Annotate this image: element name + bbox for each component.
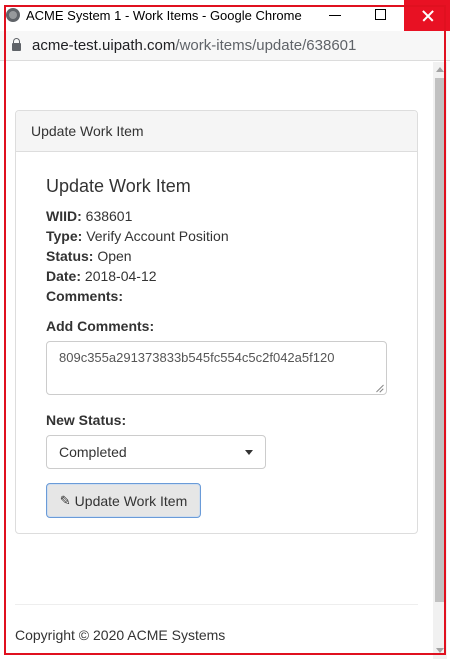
pencil-icon: ✎ xyxy=(59,493,71,508)
date-label: Date: xyxy=(46,268,82,284)
work-item-title: Update Work Item xyxy=(46,176,191,196)
type-label: Type: xyxy=(46,228,83,244)
status-value: Open xyxy=(97,248,132,264)
url-path: /work-items/update/638601 xyxy=(175,37,357,54)
date-row: Date: 2018-04-12 xyxy=(46,268,157,284)
minimize-icon[interactable] xyxy=(329,15,341,16)
url-text[interactable]: acme-test.uipath.com/work-items/update/6… xyxy=(32,37,356,54)
page-scrollbar[interactable] xyxy=(433,62,447,659)
scroll-thumb[interactable] xyxy=(435,78,445,602)
scroll-up-arrow-icon[interactable] xyxy=(436,67,444,72)
maximize-icon[interactable] xyxy=(375,9,386,20)
comments-label: Comments: xyxy=(46,288,124,304)
scroll-down-arrow-icon[interactable] xyxy=(436,648,444,653)
wiid-value: 638601 xyxy=(85,208,133,224)
wiid-label: WIID: xyxy=(46,208,82,224)
date-value: 2018-04-12 xyxy=(84,268,157,284)
type-row: Type: Verify Account Position xyxy=(46,228,229,244)
status-row: Status: Open xyxy=(46,248,132,264)
update-work-item-button[interactable]: ✎ Update Work Item xyxy=(46,483,201,518)
url-host: acme-test.uipath.com xyxy=(32,37,176,54)
footer-divider xyxy=(15,604,418,605)
add-comments-label: Add Comments: xyxy=(46,318,155,334)
new-status-select[interactable]: Completed xyxy=(46,435,266,469)
add-comments-textarea[interactable]: 809c355a291373833b545fc554c5c2f042a5f120 xyxy=(46,341,387,395)
new-status-label: New Status: xyxy=(46,412,127,428)
panel-heading: Update Work Item xyxy=(16,111,417,152)
browser-title-bar: ACME System 1 - Work Items - Google Chro… xyxy=(0,0,450,31)
address-bar[interactable]: acme-test.uipath.com/work-items/update/6… xyxy=(0,31,450,61)
textarea-resize-icon[interactable] xyxy=(375,383,385,393)
footer-copyright: Copyright © 2020 ACME Systems xyxy=(15,627,226,643)
globe-icon xyxy=(6,8,20,22)
lock-icon[interactable] xyxy=(12,38,21,51)
comments-row: Comments: xyxy=(46,288,123,304)
chevron-down-icon[interactable] xyxy=(245,450,253,455)
status-label: Status: xyxy=(46,248,94,264)
close-icon[interactable] xyxy=(404,0,450,31)
type-value: Verify Account Position xyxy=(86,228,229,244)
window-title: ACME System 1 - Work Items - Google Chro… xyxy=(26,8,302,23)
update-work-item-button-label: Update Work Item xyxy=(74,492,188,509)
wiid-row: WIID: 638601 xyxy=(46,208,132,224)
new-status-selected-value: Completed xyxy=(59,444,127,460)
